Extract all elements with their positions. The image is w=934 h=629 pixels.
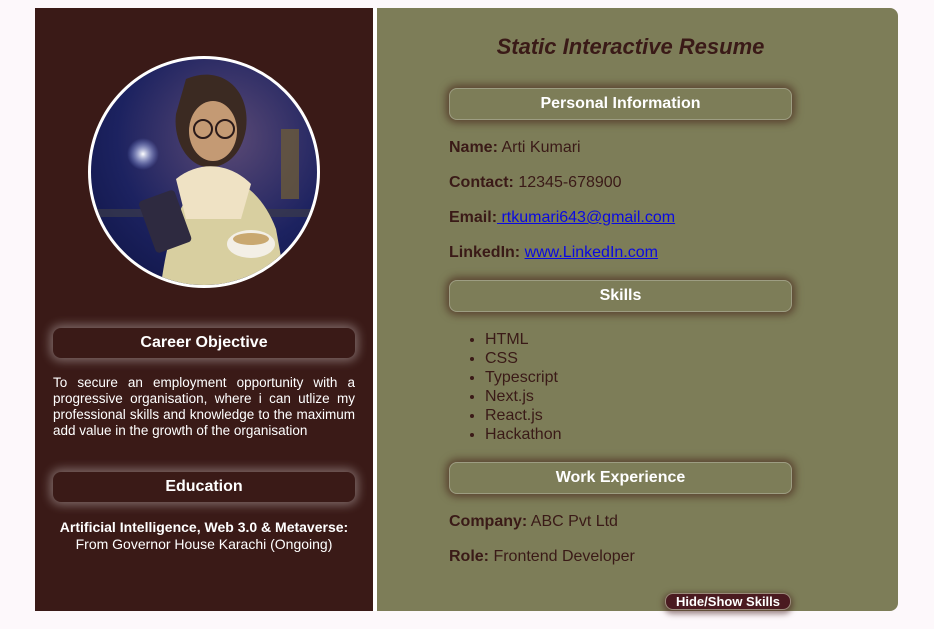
contact-label: Contact: xyxy=(449,174,514,191)
company-row: Company: ABC Pvt Ltd xyxy=(449,513,618,531)
education-title: Artificial Intelligence, Web 3.0 & Metav… xyxy=(59,519,349,535)
list-item: React.js xyxy=(485,406,562,425)
education-heading: Education xyxy=(53,472,355,502)
company-label: Company: xyxy=(449,513,528,530)
skills-heading: Skills xyxy=(449,280,792,312)
career-objective-heading: Career Objective xyxy=(53,328,355,358)
role-value: Frontend Developer xyxy=(493,548,635,565)
profile-photo-illustration xyxy=(91,74,317,285)
page-title: Static Interactive Resume xyxy=(496,34,765,59)
work-experience-heading: Work Experience xyxy=(449,462,792,494)
education-detail: From Governor House Karachi (Ongoing) xyxy=(75,536,333,552)
email-link[interactable]: rtkumari643@gmail.com xyxy=(497,209,675,226)
role-row: Role: Frontend Developer xyxy=(449,548,635,566)
personal-info-heading: Personal Information xyxy=(449,88,792,120)
skills-list: HTML CSS Typescript Next.js React.js Hac… xyxy=(449,330,562,444)
linkedin-link[interactable]: www.LinkedIn.com xyxy=(525,244,658,261)
list-item: CSS xyxy=(485,349,562,368)
name-label: Name: xyxy=(449,139,498,156)
career-objective-text: To secure an employment opportunity with… xyxy=(53,375,355,438)
role-label: Role: xyxy=(449,548,489,565)
list-item: HTML xyxy=(485,330,562,349)
email-label: Email: xyxy=(449,209,498,226)
linkedin-label: LinkedIn: xyxy=(449,244,521,261)
company-value: ABC Pvt Ltd xyxy=(530,513,618,530)
list-item: Next.js xyxy=(485,387,562,406)
email-row: Email: rtkumari643@gmail.com xyxy=(449,209,675,227)
list-item: Typescript xyxy=(485,368,562,387)
name-row: Name: Arti Kumari xyxy=(449,139,581,157)
contact-value: 12345-678900 xyxy=(518,174,622,191)
name-value: Arti Kumari xyxy=(501,139,581,156)
hide-show-skills-button[interactable]: Hide/Show Skills xyxy=(665,593,791,610)
contact-row: Contact: 12345-678900 xyxy=(449,174,622,192)
education-entry: Artificial Intelligence, Web 3.0 & Metav… xyxy=(35,519,373,553)
linkedin-row: LinkedIn: www.LinkedIn.com xyxy=(449,244,658,262)
list-item: Hackathon xyxy=(485,425,562,444)
profile-photo xyxy=(88,56,320,288)
sidebar: Career Objective To secure an employment… xyxy=(35,8,373,611)
main-content: Static Interactive Resume Personal Infor… xyxy=(377,8,898,611)
